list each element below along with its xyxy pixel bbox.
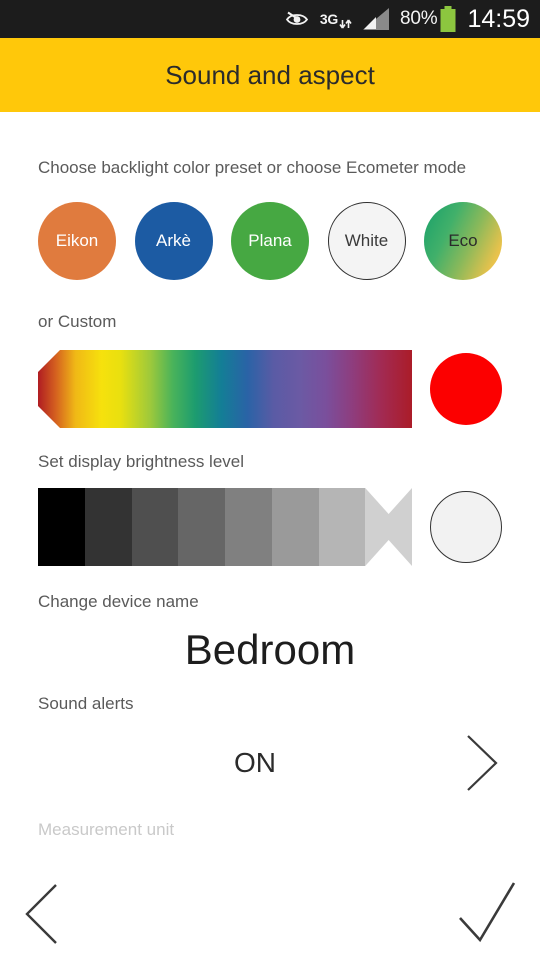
preset-white[interactable]: White [327,202,406,280]
battery-status: 80% [400,6,457,32]
chevron-right-icon[interactable] [462,732,502,794]
network-type-label: 3G [319,11,338,27]
preset-arke-label: Arkè [156,231,191,250]
brightness-section-label: Set display brightness level [38,452,245,471]
color-spectrum-slider[interactable] [38,350,412,428]
preset-eco[interactable]: Eco [424,202,502,280]
data-transfer-arrows-icon [339,19,352,29]
backlight-section-label: Choose backlight color preset or choose … [38,158,467,177]
battery-icon [440,6,456,32]
battery-percent-label: 80% [400,8,438,29]
custom-color-row [38,350,502,428]
status-bar: 3G 80% 14:59 [0,0,540,38]
device-name-value[interactable]: Bedroom [38,626,502,674]
custom-color-label: or Custom [38,312,117,331]
sound-alerts-value: ON [234,747,276,778]
brightness-row [38,488,502,566]
sound-alerts-label: Sound alerts [38,694,134,713]
brightness-step[interactable] [225,488,272,566]
preset-eikon[interactable]: Eikon [38,202,116,280]
brightness-step[interactable] [271,488,319,566]
clock-label: 14:59 [467,4,530,33]
signal-bars-icon [363,8,389,30]
preset-plana-label: Plana [248,231,292,250]
bottom-navigation-bar [0,868,540,960]
brightness-step[interactable] [84,488,132,566]
preset-plana[interactable]: Plana [231,202,309,280]
checkmark-icon[interactable] [456,880,518,946]
network-type-indicator: 3G [320,9,352,29]
app-bar: Sound and aspect [0,38,540,112]
eye-blocked-icon [285,9,309,29]
backlight-preset-list: Eikon Arkè Plana White Eco [38,202,502,280]
brightness-step[interactable] [318,488,366,566]
chevron-left-icon[interactable] [20,882,62,946]
brightness-step[interactable] [178,488,225,566]
preset-eco-label: Eco [448,231,478,250]
device-name-label: Change device name [38,592,199,611]
brightness-step-selected[interactable] [365,488,412,566]
preset-white-label: White [344,231,389,250]
brightness-step[interactable] [131,488,179,566]
measurement-unit-label: Measurement unit [38,820,175,839]
settings-content: Choose backlight color preset or choose … [0,158,540,840]
sound-alerts-row[interactable]: ON [38,728,502,798]
page-title: Sound and aspect [165,59,375,90]
selected-color-swatch [430,353,502,425]
brightness-preview-swatch [430,491,502,563]
brightness-step[interactable] [38,488,85,566]
preset-arke[interactable]: Arkè [134,202,213,280]
brightness-slider[interactable] [38,488,412,566]
preset-eikon-label: Eikon [55,231,99,250]
